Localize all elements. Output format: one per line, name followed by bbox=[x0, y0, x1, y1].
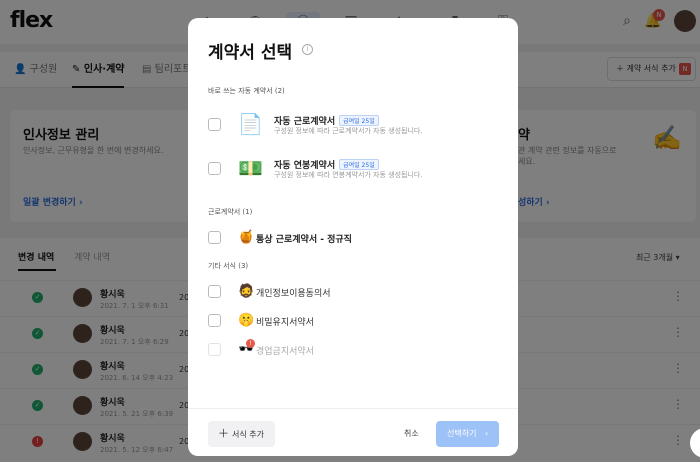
option-standard-labor-contract[interactable]: 🍯 통상 근로계약서 - 정규직 bbox=[208, 230, 498, 246]
payday-tag: 급여일 25일 bbox=[339, 159, 379, 170]
contract-select-modal: 계약서 선택 i 바로 쓰는 자동 계약서 (2) 📄 자동 근로계약서 급여일 … bbox=[188, 18, 518, 456]
option-nda[interactable]: 🤫 비밀유지서약서 bbox=[208, 313, 498, 329]
option-auto-salary-contract[interactable]: 💵 자동 연봉계약서 급여일 25일 구성원 정보에 따라 연봉계약서가 자동 생… bbox=[208, 154, 498, 188]
add-form-button[interactable]: ＋ 서식 추가 bbox=[208, 421, 275, 447]
shushing-face-icon: 🤫 bbox=[238, 313, 255, 328]
option-non-compete[interactable]: 🕶️ ! 경업금지서약서 bbox=[208, 339, 498, 358]
checkbox[interactable] bbox=[208, 162, 221, 175]
plus-icon: ＋ bbox=[218, 427, 229, 440]
checkbox[interactable] bbox=[208, 285, 221, 298]
checkbox[interactable] bbox=[208, 231, 221, 244]
info-icon[interactable]: i bbox=[302, 44, 313, 55]
checkbox[interactable] bbox=[208, 314, 221, 327]
document-sparkle-icon: 📄 bbox=[238, 112, 263, 136]
money-sparkle-icon: 💵 bbox=[238, 156, 263, 180]
payday-tag: 급여일 25일 bbox=[339, 115, 379, 126]
cancel-button[interactable]: 취소 bbox=[404, 421, 419, 447]
person-face-icon: 🧔 bbox=[238, 284, 255, 299]
option-privacy-consent[interactable]: 🧔 개인정보이용동의서 bbox=[208, 284, 498, 300]
option-auto-labor-contract[interactable]: 📄 자동 근로계약서 급여일 25일 구성원 정보에 따라 근로계약서가 자동 생… bbox=[208, 110, 498, 144]
section-other-label: 기타 서식 (3) bbox=[208, 262, 249, 270]
section-labor-label: 근로계약서 (1) bbox=[208, 208, 253, 216]
modal-footer: ＋ 서식 추가 취소 선택하기 › bbox=[188, 408, 518, 456]
chevron-right-icon: › bbox=[485, 429, 489, 438]
checkbox[interactable] bbox=[208, 118, 221, 131]
modal-title: 계약서 선택 bbox=[208, 43, 293, 63]
alert-badge: ! bbox=[246, 339, 255, 348]
section-frequent-label: 바로 쓰는 자동 계약서 (2) bbox=[208, 87, 285, 95]
honey-pot-icon: 🍯 bbox=[238, 230, 255, 245]
checkbox[interactable] bbox=[208, 343, 221, 356]
select-button[interactable]: 선택하기 › bbox=[436, 421, 499, 447]
